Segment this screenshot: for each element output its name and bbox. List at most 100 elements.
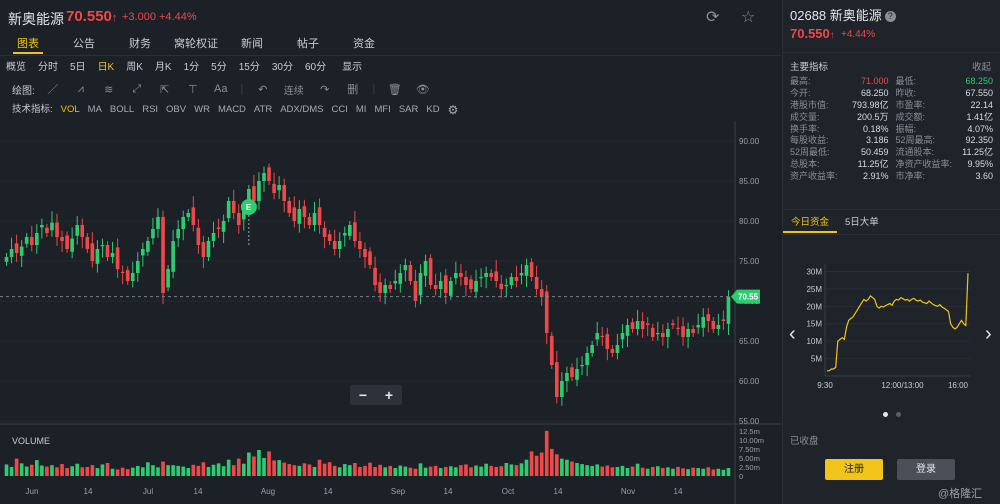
- indicator-cci[interactable]: CCI: [328, 102, 352, 118]
- indicator-wr[interactable]: WR: [190, 102, 214, 118]
- candlestick-chart[interactable]: 90.0085.0080.0075.0070.0065.0060.0055.00…: [0, 121, 781, 504]
- candle-body: [292, 207, 297, 221]
- volume-bar: [141, 467, 145, 476]
- volume-bar: [721, 469, 726, 476]
- tab-4[interactable]: 新闻: [224, 34, 280, 54]
- tab-2[interactable]: 财务: [112, 34, 168, 54]
- zoom-in-button[interactable]: +: [376, 385, 402, 405]
- event-marker-label: E: [246, 203, 252, 212]
- indicator-obv[interactable]: OBV: [162, 102, 190, 118]
- draw-tool-6[interactable]: Aa: [207, 83, 235, 95]
- help-icon[interactable]: ?: [884, 11, 896, 22]
- candle-body: [110, 253, 115, 257]
- register-button[interactable]: 注册: [825, 459, 883, 480]
- volume-bar: [262, 457, 266, 476]
- volume-bar: [95, 468, 100, 476]
- period-5[interactable]: 月K: [149, 59, 178, 77]
- volume-bar: [565, 459, 569, 476]
- indicator-atr[interactable]: ATR: [250, 102, 276, 118]
- volume-bar: [151, 465, 155, 476]
- draw-tool-14[interactable]: 👁: [409, 83, 437, 96]
- indicator-mfi[interactable]: MFI: [370, 102, 394, 118]
- next-arrow-icon[interactable]: ›: [985, 323, 992, 345]
- login-button[interactable]: 登录: [897, 459, 955, 480]
- period-1[interactable]: 分时: [32, 59, 64, 77]
- indicator-vol[interactable]: VOL: [57, 102, 84, 118]
- tab-6[interactable]: 资金: [336, 34, 392, 54]
- tab-1[interactable]: 公告: [56, 34, 112, 54]
- stock-code: 02688: [790, 8, 827, 23]
- candle-body: [489, 273, 494, 277]
- period-8[interactable]: 15分: [233, 59, 266, 77]
- draw-tool-11[interactable]: 删: [339, 81, 367, 97]
- metric-cell: 成交量: 200.5万: [790, 112, 892, 124]
- candle-body: [277, 185, 281, 191]
- volume-bar: [201, 462, 206, 476]
- volume-bar: [342, 464, 347, 476]
- draw-tool-8[interactable]: ↶: [249, 83, 277, 96]
- metric-value: 200.5万: [856, 111, 889, 122]
- volume-bar: [560, 458, 564, 476]
- draw-tool-10[interactable]: ↷: [311, 83, 339, 96]
- volume-bar: [448, 466, 453, 476]
- metric-key: 市净率:: [895, 171, 926, 182]
- refresh-icon[interactable]: ⟳: [706, 7, 719, 27]
- tab-0[interactable]: 图表: [0, 34, 56, 54]
- indicator-adx-dms[interactable]: ADX/DMS: [276, 102, 327, 118]
- draw-tool-4[interactable]: ⇱: [151, 83, 179, 96]
- indicator-ma[interactable]: MA: [84, 102, 106, 118]
- volume-bar: [484, 463, 488, 476]
- tab-5[interactable]: 帖子: [280, 34, 336, 54]
- settings-icon[interactable]: ⚙: [444, 102, 463, 118]
- period-2[interactable]: 5日: [64, 59, 92, 77]
- period-6[interactable]: 1分: [178, 59, 206, 77]
- draw-tool-9[interactable]: 连续: [277, 82, 311, 97]
- fund-tab-1[interactable]: 5日大单: [837, 213, 887, 233]
- carousel-dot[interactable]: [896, 412, 901, 417]
- prev-arrow-icon[interactable]: ‹: [789, 323, 796, 345]
- indicator-macd[interactable]: MACD: [214, 102, 250, 118]
- period-0[interactable]: 概览: [0, 59, 32, 77]
- draw-tool-0[interactable]: ／: [39, 81, 67, 97]
- draw-tool-1[interactable]: ⩘: [67, 83, 95, 96]
- indicator-boll[interactable]: BOLL: [106, 102, 138, 118]
- tab-3[interactable]: 窝轮权证: [168, 34, 224, 54]
- metric-value: 3.60: [975, 171, 993, 182]
- period-3[interactable]: 日K: [92, 59, 121, 77]
- candle-body: [75, 225, 80, 236]
- zoom-out-button[interactable]: −: [350, 385, 376, 405]
- candle-body: [706, 314, 711, 321]
- period-11[interactable]: 显示: [336, 59, 368, 77]
- candle-body: [85, 237, 90, 249]
- fund-tab-0[interactable]: 今日资金: [783, 213, 838, 233]
- volume-bar: [373, 466, 377, 476]
- volume-bar: [312, 466, 317, 476]
- candle-body: [141, 249, 145, 256]
- indicator-sar[interactable]: SAR: [395, 102, 423, 118]
- period-7[interactable]: 5分: [205, 59, 233, 77]
- volume-bar: [110, 468, 115, 476]
- volume-bar: [671, 468, 675, 476]
- metric-value: 3.186: [865, 135, 889, 146]
- indicator-kd[interactable]: KD: [422, 102, 443, 118]
- period-9[interactable]: 30分: [266, 59, 299, 77]
- star-icon[interactable]: ☆: [741, 7, 755, 27]
- carousel-dot[interactable]: [883, 412, 888, 417]
- volume-bar: [85, 466, 90, 476]
- draw-tool-5[interactable]: ⊤: [179, 83, 207, 96]
- volume-bar: [90, 465, 95, 476]
- draw-tool-3[interactable]: ⤢: [123, 83, 151, 96]
- draw-tool-2[interactable]: ≋: [95, 83, 123, 96]
- volume-bar: [363, 465, 367, 476]
- draw-tool-13[interactable]: 🗑: [381, 83, 409, 96]
- volume-tick-label: 0: [739, 472, 743, 481]
- collapse-button[interactable]: 收起: [972, 59, 991, 73]
- volume-bar: [701, 468, 706, 476]
- indicator-rsi[interactable]: RSI: [138, 102, 162, 118]
- candle-body: [645, 323, 650, 325]
- period-10[interactable]: 60分: [299, 59, 332, 77]
- period-4[interactable]: 周K: [120, 59, 149, 77]
- indicator-mi[interactable]: MI: [352, 102, 371, 118]
- quote-change: +4.44%: [841, 29, 876, 40]
- volume-bar: [231, 465, 236, 476]
